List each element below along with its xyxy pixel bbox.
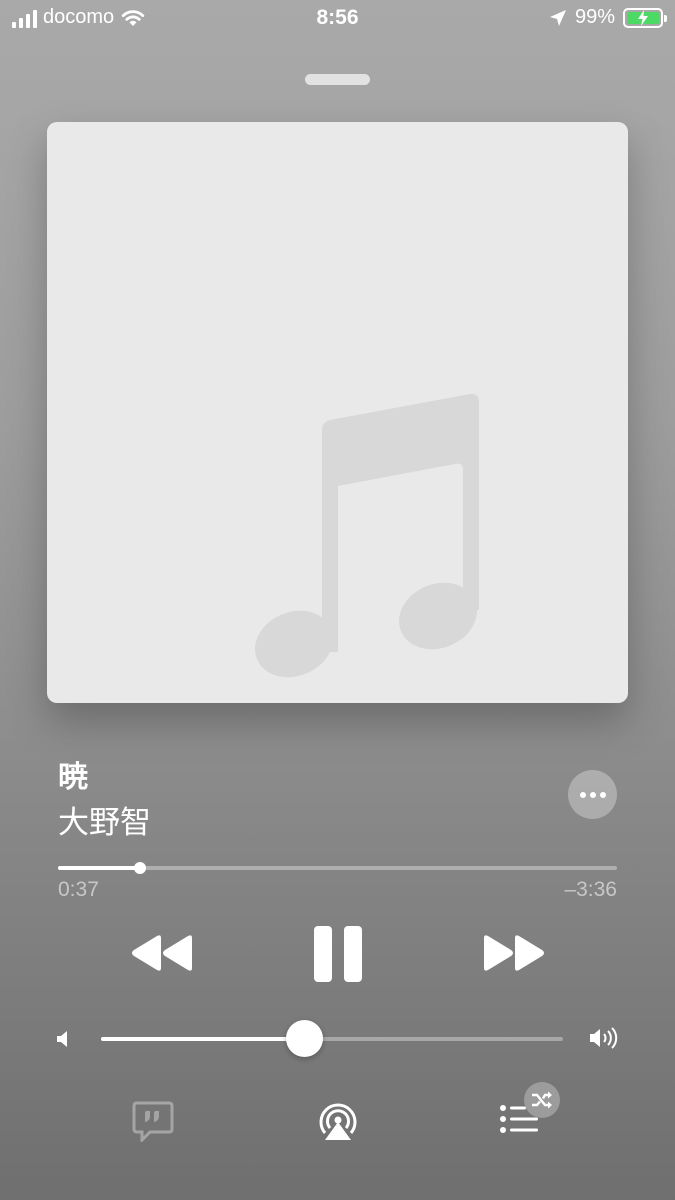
rewind-icon (132, 935, 192, 971)
shuffle-button[interactable] (524, 1082, 560, 1118)
speaker-high-icon (590, 1027, 618, 1049)
progress-slider[interactable] (58, 862, 617, 874)
sheet-grabber[interactable] (305, 74, 370, 85)
remaining-time: –3:36 (564, 878, 617, 901)
lyrics-button[interactable] (132, 1100, 174, 1147)
battery-charging-icon (623, 7, 667, 28)
volume-slider[interactable] (101, 1020, 563, 1057)
battery-percent: 99% (574, 6, 615, 28)
song-artist[interactable]: 大野智 (58, 797, 151, 842)
status-bar: docomo 8:56 99% (0, 0, 675, 40)
location-arrow-icon (549, 9, 566, 26)
more-options-button[interactable] (568, 770, 617, 819)
song-title: 暁 (58, 761, 88, 794)
pause-button[interactable] (312, 925, 364, 988)
elapsed-time: 0:37 (58, 878, 99, 901)
airplay-icon (319, 1103, 357, 1140)
status-right: 99% (549, 6, 667, 29)
album-artwork (47, 122, 628, 703)
ellipsis-icon (579, 791, 586, 798)
volume-fill (101, 1037, 305, 1041)
speaker-low-icon (57, 1031, 67, 1047)
fast-forward-button[interactable] (482, 934, 546, 977)
rewind-button[interactable] (130, 934, 194, 977)
shuffle-icon (532, 1091, 552, 1109)
lyrics-icon (132, 1101, 174, 1144)
progress-knob[interactable] (133, 862, 146, 874)
airplay-button[interactable] (316, 1100, 360, 1147)
progress-fill (58, 866, 140, 870)
pause-icon (314, 926, 362, 982)
music-note-icon (255, 393, 479, 678)
fast-forward-icon (484, 935, 544, 971)
volume-knob[interactable] (286, 1020, 324, 1057)
